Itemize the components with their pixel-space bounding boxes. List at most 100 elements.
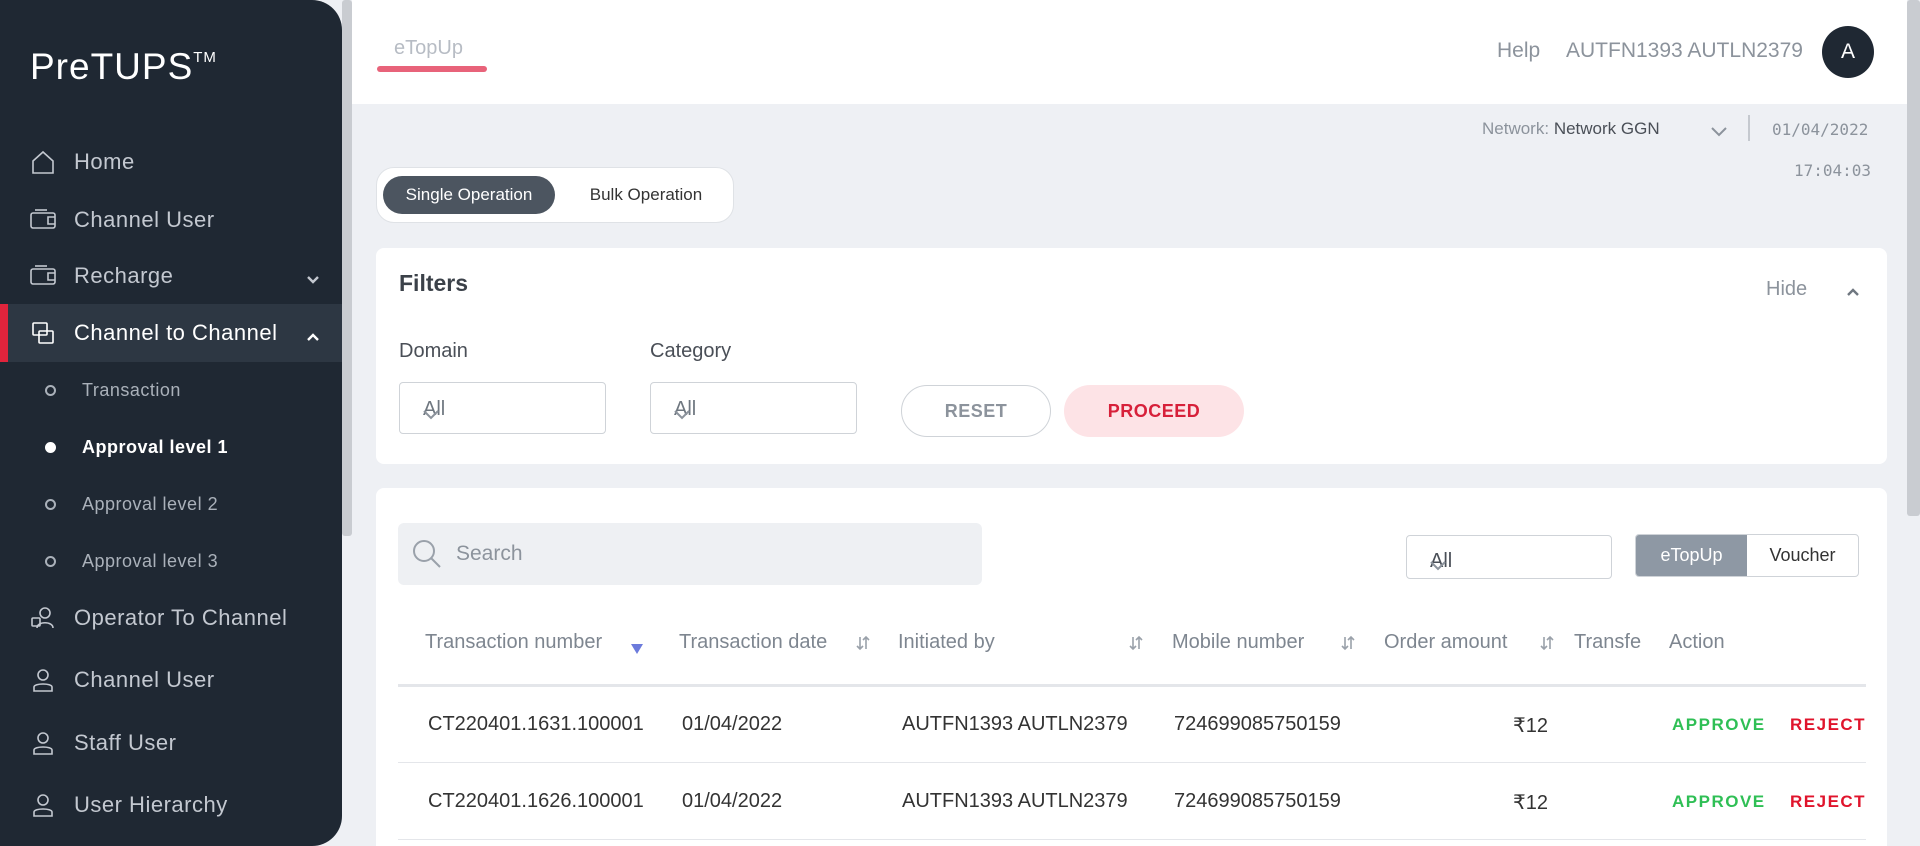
search-box: [398, 523, 982, 585]
domain-label: Domain: [399, 340, 468, 362]
help-link[interactable]: Help: [1497, 39, 1540, 63]
row-divider: [398, 839, 1866, 840]
sort-icon[interactable]: [855, 635, 871, 651]
home-icon: [28, 147, 58, 177]
cell-order-amount: ₹12: [1513, 792, 1548, 814]
sidebar-subitem-label: Approval level 2: [82, 493, 219, 514]
sidebar-item-label: Home: [74, 149, 135, 174]
filled-circle-icon: [45, 441, 56, 453]
cell-transaction-date: 01/04/2022: [682, 790, 783, 812]
operator-icon: [28, 603, 58, 633]
sort-desc-icon[interactable]: [630, 642, 644, 654]
sidebar-subitem-approval-level-1[interactable]: Approval level 1: [0, 422, 342, 472]
sidebar: PreTUPSTM Home Channel User Recharge Cha…: [0, 0, 342, 846]
sidebar-item-recharge[interactable]: Recharge: [0, 247, 342, 305]
proceed-button[interactable]: PROCEED: [1064, 385, 1244, 437]
search-icon: [412, 539, 442, 569]
reject-button[interactable]: REJECT: [1790, 792, 1866, 812]
divider: [1748, 115, 1750, 141]
column-header-transaction-date[interactable]: Transaction date: [679, 631, 827, 654]
tab-active-indicator: [377, 66, 487, 72]
app-logo[interactable]: PreTUPSTM: [30, 46, 217, 88]
domain-select[interactable]: All: [399, 382, 606, 434]
sidebar-item-label: Channel to Channel: [74, 320, 278, 345]
column-header-transfer-clip: Transfe: [1574, 631, 1644, 661]
wallet-icon: [28, 205, 58, 235]
chevron-down-icon: [674, 403, 690, 420]
sidebar-item-channel-user[interactable]: Channel User: [0, 191, 342, 249]
user-icon: [28, 665, 58, 695]
reject-button[interactable]: REJECT: [1790, 715, 1866, 735]
user-icon: [28, 728, 58, 758]
sidebar-item-channel-user-2[interactable]: Channel User: [0, 651, 342, 709]
sidebar-item-label: Staff User: [74, 730, 177, 755]
filters-panel: Filters Hide Domain All Category All RES…: [376, 248, 1887, 464]
reset-button[interactable]: RESET: [901, 385, 1051, 437]
column-header-action: Action: [1669, 631, 1725, 653]
sidebar-item-label: Recharge: [74, 263, 174, 288]
sidebar-item-home[interactable]: Home: [0, 133, 342, 191]
category-select[interactable]: All: [650, 382, 857, 434]
status-filter-select[interactable]: All: [1406, 535, 1612, 579]
column-header-order-amount[interactable]: Order amount: [1384, 631, 1507, 654]
sidebar-subitem-label: Approval level 3: [82, 550, 219, 571]
chevron-down-icon: [423, 403, 439, 420]
etopup-toggle-button[interactable]: eTopUp: [1636, 535, 1747, 576]
type-toggle: eTopUp Voucher: [1635, 534, 1859, 577]
column-header-transaction-number[interactable]: Transaction number: [425, 631, 602, 654]
sidebar-item-label: User Hierarchy: [74, 792, 228, 817]
sort-icon[interactable]: [1128, 635, 1144, 651]
chevron-down-icon[interactable]: [1711, 124, 1727, 137]
table-header-divider: [398, 684, 1866, 687]
current-time: 17:04:03: [1794, 161, 1872, 180]
sidebar-item-label: Operator To Channel: [74, 605, 288, 630]
sidebar-item-channel-to-channel[interactable]: Channel to Channel: [0, 304, 342, 362]
sidebar-subitem-label: Transaction: [82, 379, 181, 400]
cell-transaction-number[interactable]: CT220401.1626.100001: [428, 790, 644, 813]
circle-icon: [45, 384, 56, 396]
cell-transaction-date: 01/04/2022: [682, 713, 783, 735]
chevron-down-icon: [306, 267, 320, 284]
avatar[interactable]: A: [1822, 26, 1874, 78]
column-header-initiated-by[interactable]: Initiated by: [898, 631, 995, 654]
circle-icon: [45, 555, 56, 567]
page-scrollbar[interactable]: [1907, 0, 1920, 516]
category-label: Category: [650, 340, 732, 362]
user-name[interactable]: AUTFN1393 AUTLN2379: [1566, 39, 1803, 63]
operation-toggle: Single Operation Bulk Operation: [376, 167, 734, 223]
chevron-up-icon[interactable]: [1846, 284, 1860, 296]
cell-mobile-number: 724699085750159: [1174, 790, 1341, 812]
sidebar-subitem-transaction[interactable]: Transaction: [0, 365, 342, 415]
sidebar-scrollbar[interactable]: [342, 0, 352, 536]
tab-etopup[interactable]: eTopUp: [394, 37, 463, 60]
column-header-mobile-number[interactable]: Mobile number: [1172, 631, 1304, 654]
network-selector[interactable]: Network: Network GGN: [1482, 119, 1660, 139]
sidebar-item-user-hierarchy[interactable]: User Hierarchy: [0, 776, 342, 834]
sort-icon[interactable]: [1539, 635, 1555, 651]
approve-button[interactable]: APPROVE: [1672, 792, 1766, 812]
bulk-operation-button[interactable]: Bulk Operation: [565, 176, 727, 214]
sort-icon[interactable]: [1340, 635, 1356, 651]
filters-title: Filters: [399, 270, 469, 296]
wallet-icon: [28, 261, 58, 291]
sidebar-subitem-approval-level-3[interactable]: Approval level 3: [0, 536, 342, 586]
single-operation-button[interactable]: Single Operation: [383, 176, 555, 214]
column-header-transfer[interactable]: Transfe: [1574, 631, 1641, 654]
cell-order-amount: ₹12: [1513, 715, 1548, 737]
hide-filters-button[interactable]: Hide: [1766, 278, 1807, 301]
user-icon: [28, 790, 58, 820]
circle-icon: [45, 498, 56, 510]
sidebar-subitem-approval-level-2[interactable]: Approval level 2: [0, 479, 342, 529]
sidebar-item-staff-user[interactable]: Staff User: [0, 714, 342, 772]
transactions-panel: All eTopUp Voucher Transaction number Tr…: [376, 488, 1887, 846]
sidebar-item-operator-to-channel[interactable]: Operator To Channel: [0, 589, 342, 647]
current-date: 01/04/2022: [1772, 120, 1869, 139]
sidebar-item-label: Channel User: [74, 207, 215, 232]
approve-button[interactable]: APPROVE: [1672, 715, 1766, 735]
chevron-up-icon: [306, 324, 320, 341]
row-divider: [398, 762, 1866, 763]
search-input[interactable]: [456, 523, 956, 585]
sidebar-subitem-label: Approval level 1: [82, 436, 229, 457]
cell-transaction-number[interactable]: CT220401.1631.100001: [428, 713, 644, 736]
voucher-toggle-button[interactable]: Voucher: [1747, 535, 1858, 576]
